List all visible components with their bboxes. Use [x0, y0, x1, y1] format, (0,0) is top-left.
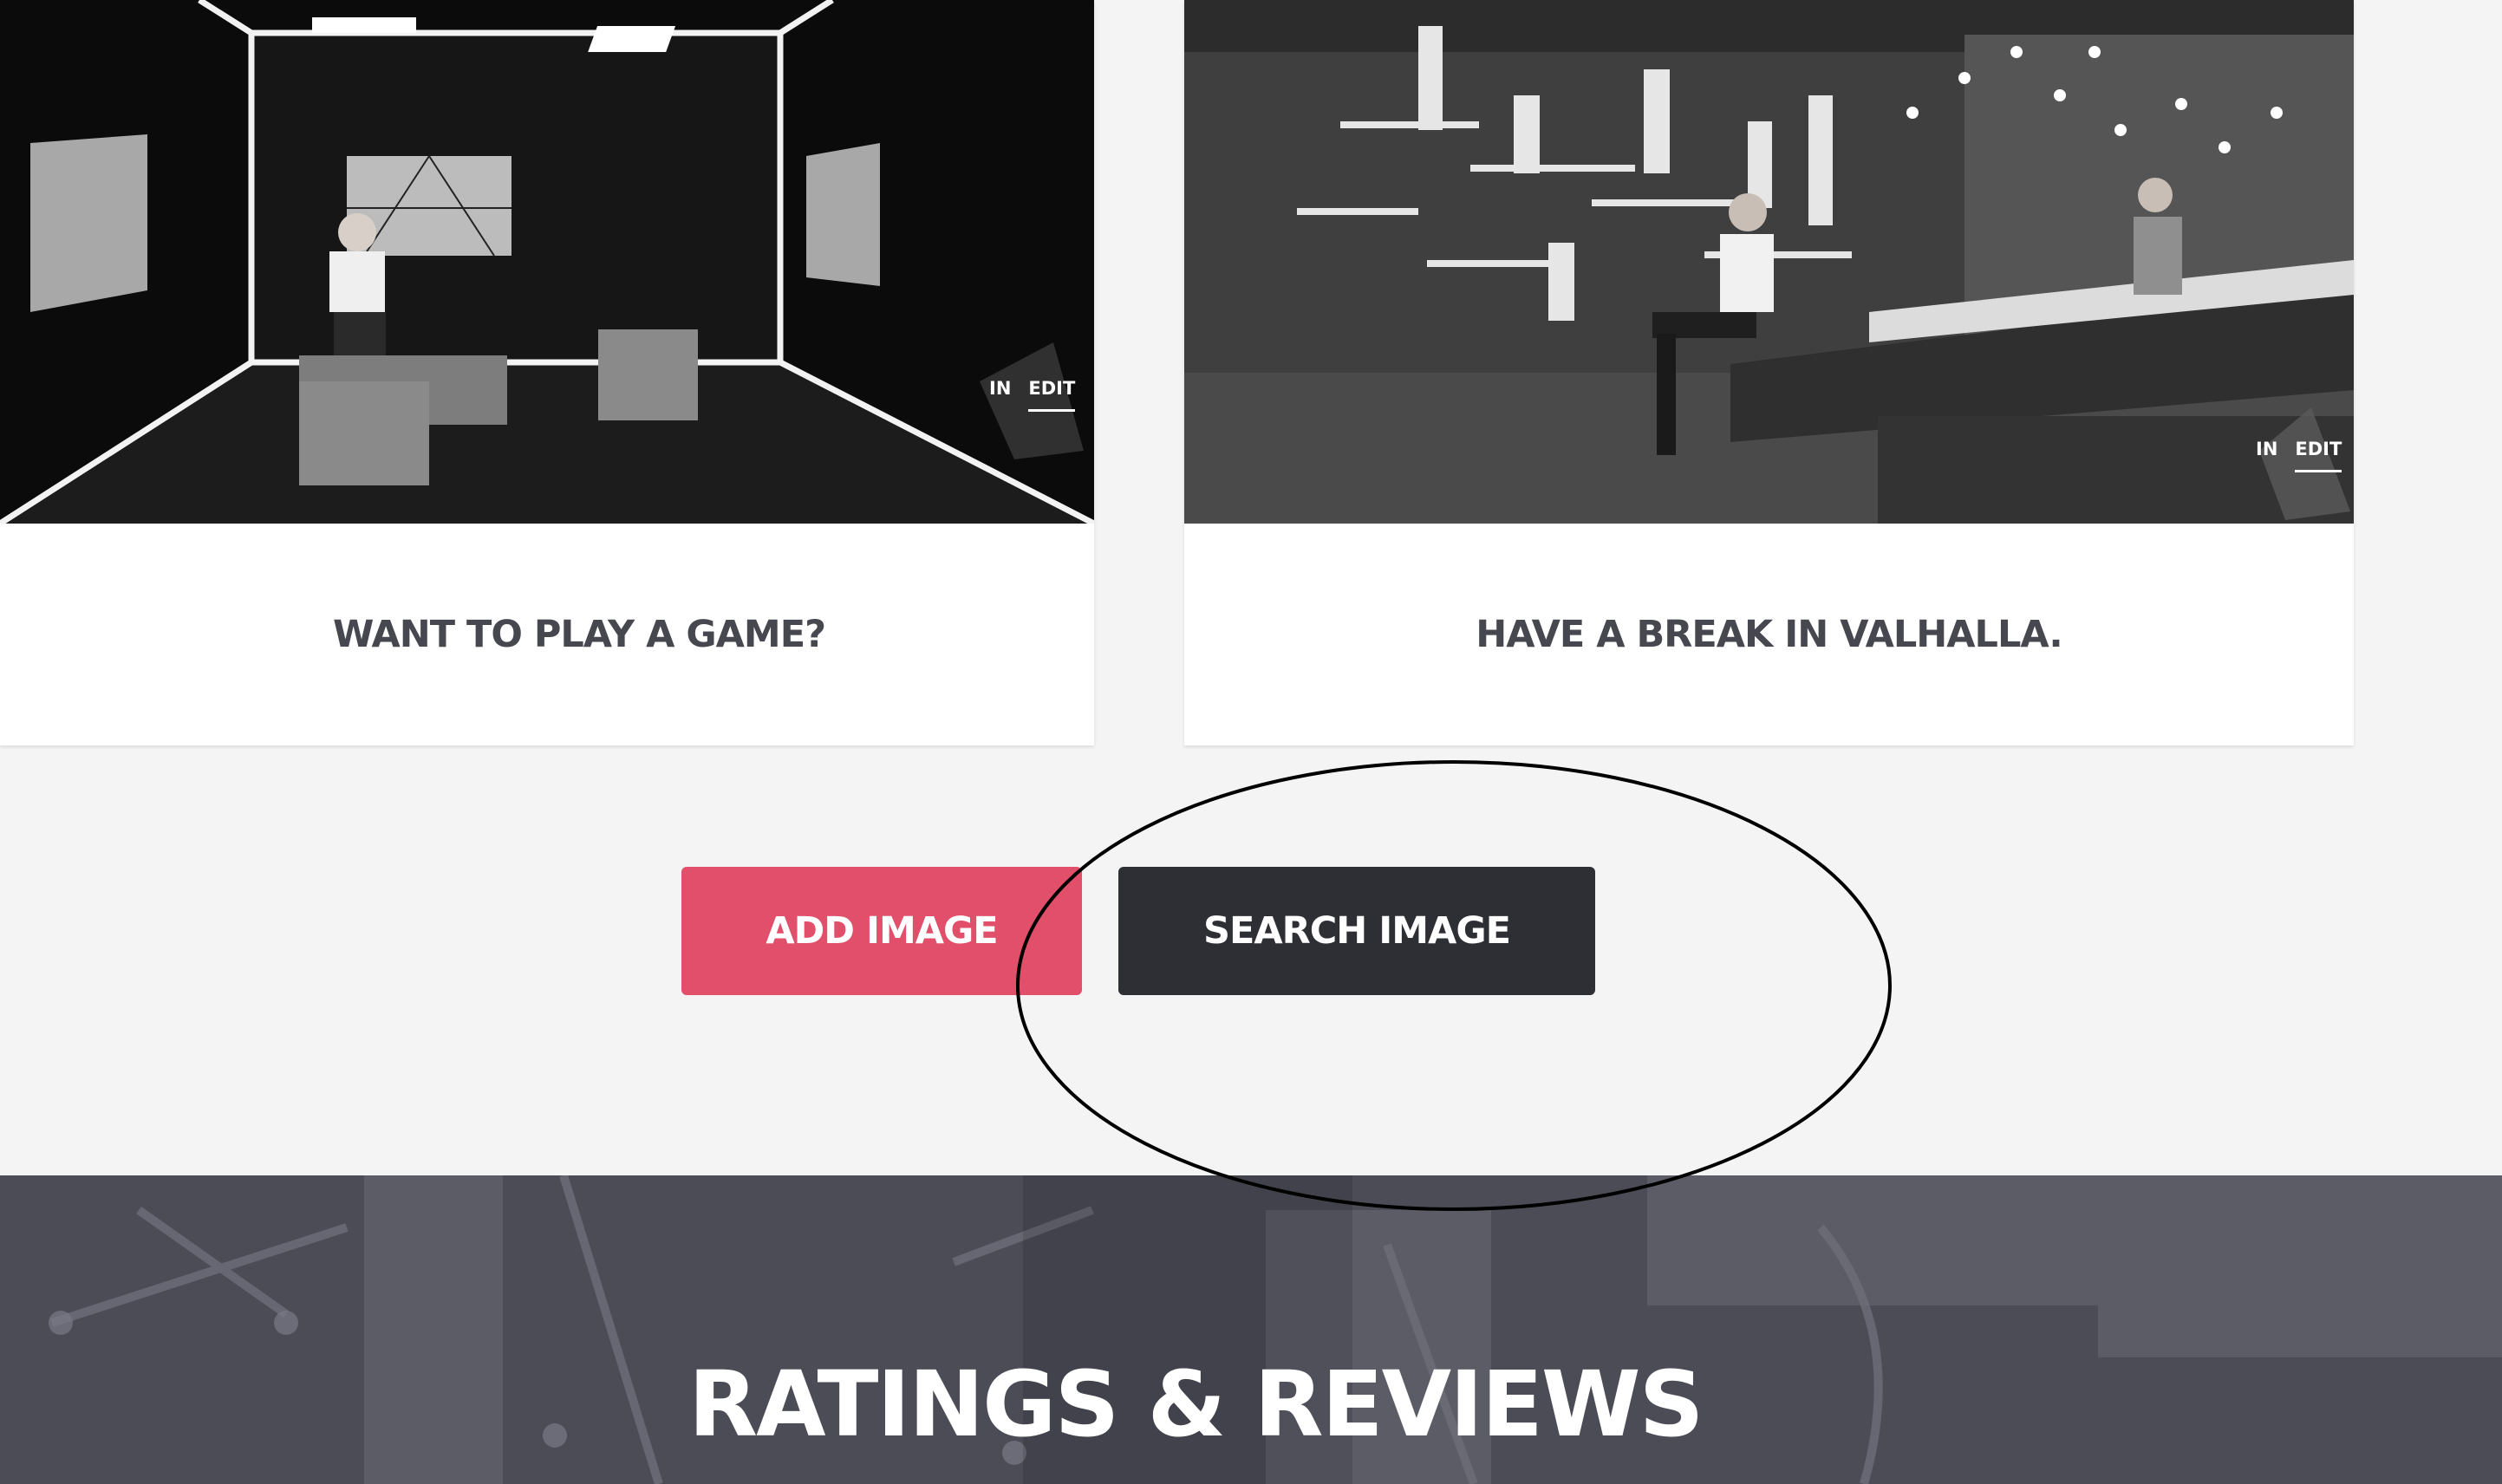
card-title-game: WANT TO PLAY A GAME?: [332, 613, 826, 656]
inedit-watermark: IN EDIT: [989, 378, 1076, 412]
card-image-game-room[interactable]: IN EDIT: [0, 0, 1094, 524]
inedit-watermark: IN EDIT: [2256, 439, 2342, 472]
valhalla-lounge-render: [1184, 0, 2354, 524]
gallery-card-game[interactable]: IN EDIT WANT TO PLAY A GAME?: [0, 0, 1094, 745]
watermark-edit: EDIT: [1028, 378, 1076, 412]
watermark-in: IN: [989, 378, 1012, 399]
watermark-in: IN: [2256, 439, 2278, 459]
add-image-button[interactable]: ADD IMAGE: [681, 867, 1082, 995]
watermark-edit: EDIT: [2295, 439, 2342, 472]
card-title-valhalla: HAVE A BREAK IN VALHALLA.: [1476, 613, 2063, 656]
card-image-valhalla-lounge[interactable]: IN EDIT: [1184, 0, 2354, 524]
search-image-button[interactable]: SEARCH IMAGE: [1118, 867, 1595, 995]
gallery-card-valhalla[interactable]: IN EDIT HAVE A BREAK IN VALHALLA.: [1184, 0, 2354, 745]
game-room-render: [0, 0, 1094, 524]
ratings-reviews-heading: RATINGS & REVIEWS: [688, 1351, 1704, 1457]
